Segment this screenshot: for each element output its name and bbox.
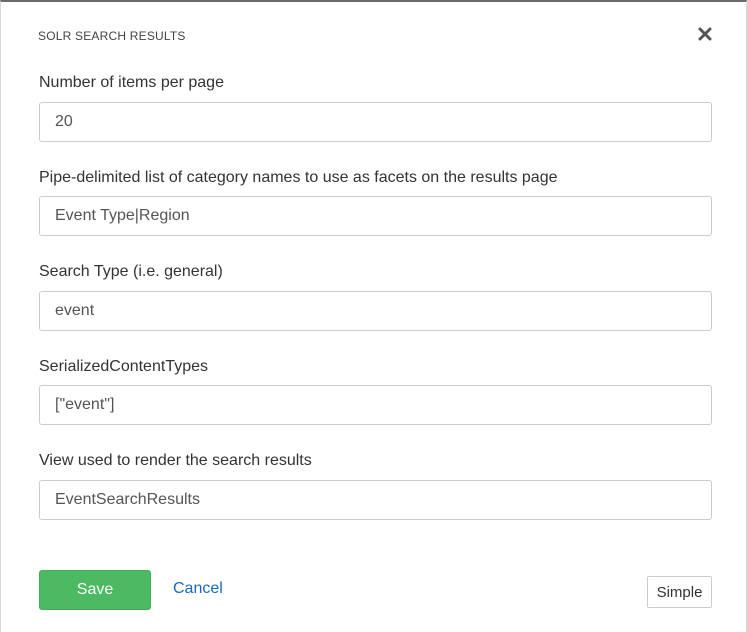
items-per-page-input[interactable] xyxy=(39,102,712,142)
results-view-label: View used to render the search results xyxy=(39,452,312,469)
facet-categories-input[interactable] xyxy=(39,196,712,236)
cancel-link[interactable]: Cancel xyxy=(173,580,223,598)
serialized-content-types-label: SerializedContentTypes xyxy=(39,358,208,375)
serialized-content-types-input[interactable] xyxy=(39,385,712,425)
search-type-label: Search Type (i.e. general) xyxy=(39,263,223,280)
close-icon[interactable] xyxy=(695,24,715,44)
facet-categories-label: Pipe-delimited list of category names to… xyxy=(39,169,558,186)
search-type-input[interactable] xyxy=(39,291,712,331)
items-per-page-label: Number of items per page xyxy=(39,74,224,91)
dialog-title: SOLR SEARCH RESULTS xyxy=(38,29,186,43)
solr-search-results-dialog: SOLR SEARCH RESULTS Number of items per … xyxy=(0,0,747,632)
save-button[interactable]: Save xyxy=(39,570,151,610)
simple-mode-button[interactable]: Simple xyxy=(647,576,712,608)
results-view-input[interactable] xyxy=(39,480,712,520)
